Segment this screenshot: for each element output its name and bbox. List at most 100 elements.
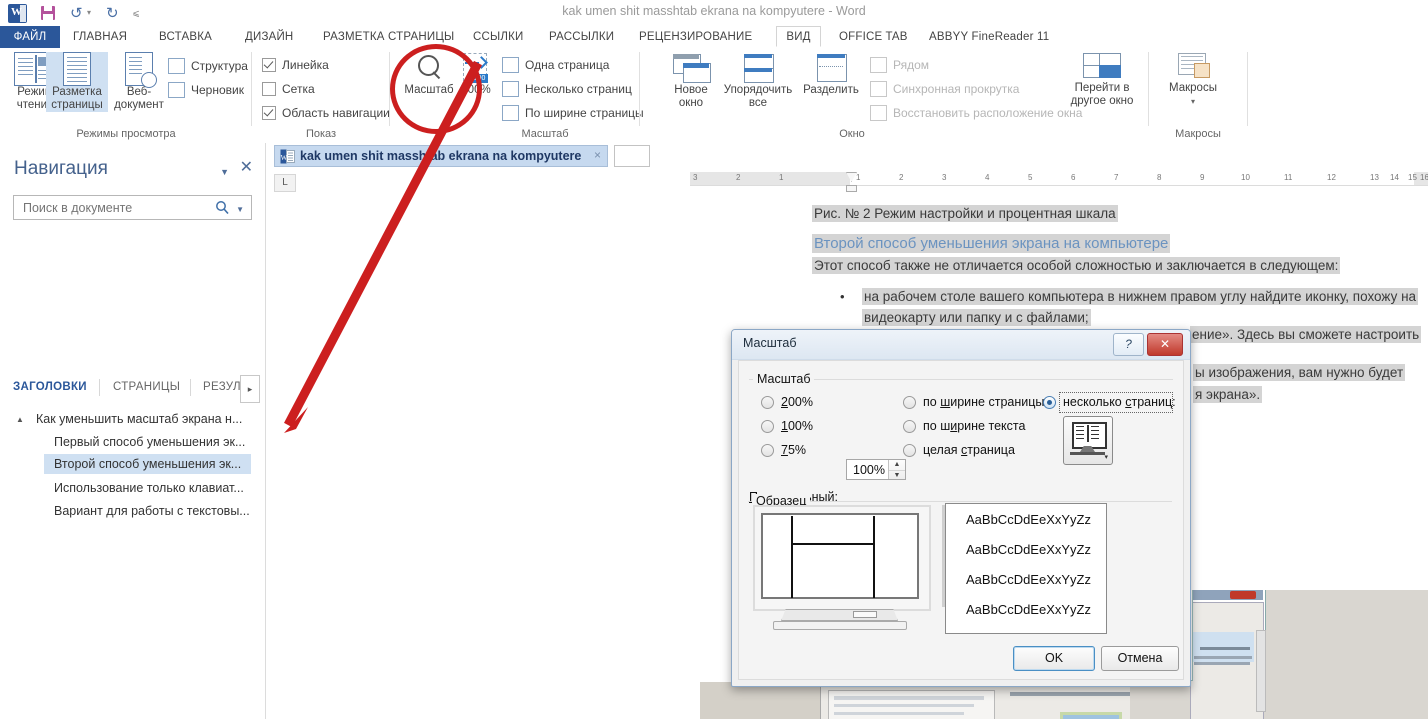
print-layout-label-1: Разметка xyxy=(46,86,108,99)
web-layout-view-button[interactable]: Веб- документ xyxy=(108,52,170,112)
nav-heading-0[interactable]: Как уменьшить масштаб экрана н... xyxy=(31,409,247,429)
doc-heading: Второй способ уменьшения экрана на компь… xyxy=(812,234,1170,253)
dialog-title: Масштаб xyxy=(743,336,796,350)
gridlines-checkbox[interactable]: Сетка xyxy=(262,81,315,96)
tab-references[interactable]: ССЫЛКИ xyxy=(462,26,535,48)
doc-line-2: Этот способ также не отличается особой с… xyxy=(812,257,1340,274)
radio-200-percent-label[interactable]: 200% xyxy=(781,395,813,409)
spinner-up-icon[interactable]: ▲ xyxy=(889,460,905,469)
draft-view-button[interactable]: Черновик xyxy=(168,82,244,98)
ribbon: Режим чтения Разметка страницы Веб- доку… xyxy=(0,48,1428,144)
custom-zoom-spinner[interactable]: 100% ▲ ▼ xyxy=(846,459,906,480)
tab-mailings[interactable]: РАССЫЛКИ xyxy=(538,26,625,48)
macros-button[interactable]: Макросы ▾ xyxy=(1160,52,1226,108)
radio-text-width[interactable] xyxy=(903,420,916,433)
ruler-label: Линейка xyxy=(282,58,329,72)
multiple-pages-button[interactable]: Несколько страниц xyxy=(502,81,632,97)
outline-view-button[interactable]: Структура xyxy=(168,58,248,74)
page-width-button[interactable]: По ширине страницы xyxy=(502,105,644,121)
ruler-tick-8: 8 xyxy=(1157,173,1161,182)
document-tab[interactable]: W kak umen shit masshtab ekrana na kompy… xyxy=(274,145,608,167)
radio-text-width-label[interactable]: по ширине текста xyxy=(923,419,1025,433)
tab-stop-selector[interactable]: L xyxy=(274,174,296,192)
ruler-tick-12: 12 xyxy=(1327,173,1336,182)
word-doc-icon: W xyxy=(280,149,295,164)
nav-tabs-more-button[interactable]: ▸ xyxy=(240,375,260,403)
tab-page-layout[interactable]: РАЗМЕТКА СТРАНИЦЫ xyxy=(312,26,465,48)
search-icon[interactable] xyxy=(215,200,229,214)
close-icon[interactable]: ✕ xyxy=(240,160,253,176)
tab-file[interactable]: ФАЙЛ xyxy=(0,26,60,48)
tab-insert[interactable]: ВСТАВКА xyxy=(148,26,223,48)
close-button[interactable]: ✕ xyxy=(1147,333,1183,356)
macros-button-label: Макросы xyxy=(1160,82,1226,95)
ruler-checkbox[interactable]: Линейка xyxy=(262,57,329,72)
nav-tab-results[interactable]: РЕЗУЛ xyxy=(203,381,241,393)
print-layout-view-button[interactable]: Разметка страницы xyxy=(46,52,108,112)
cancel-button[interactable]: Отмена xyxy=(1101,646,1179,671)
radio-page-width-label[interactable]: по ширине страницы xyxy=(923,395,1044,409)
radio-whole-page[interactable] xyxy=(903,444,916,457)
new-tab-button[interactable] xyxy=(614,145,650,167)
tab-design[interactable]: ДИЗАЙН xyxy=(234,26,304,48)
multiple-pages-label: Несколько страниц xyxy=(525,82,632,96)
radio-100-percent-label[interactable]: 100% xyxy=(781,419,813,433)
radio-whole-page-label[interactable]: целая страница xyxy=(923,443,1015,457)
gridlines-label: Сетка xyxy=(282,82,315,96)
radio-100-percent[interactable] xyxy=(761,420,774,433)
spinner-down-icon[interactable]: ▼ xyxy=(889,470,905,480)
spinner-buttons[interactable]: ▲ ▼ xyxy=(888,460,905,479)
zoom-dialog-button[interactable]: Масштаб xyxy=(398,52,460,97)
collapse-triangle-icon[interactable]: ▲ xyxy=(16,415,24,424)
new-window-button[interactable]: Новое окно xyxy=(660,52,722,110)
radio-75-percent[interactable] xyxy=(761,444,774,457)
nav-heading-1[interactable]: Первый способ уменьшения эк... xyxy=(49,432,250,452)
switch-windows-button[interactable]: Перейти в другое окно xyxy=(1062,52,1142,108)
nav-tab-pages[interactable]: СТРАНИЦЫ xyxy=(113,381,180,393)
macros-dropdown-icon[interactable]: ▾ xyxy=(1160,95,1226,108)
radio-multiple-pages-label[interactable]: несколько страниц: xyxy=(1063,395,1176,409)
tab-home[interactable]: ГЛАВНАЯ xyxy=(62,26,138,48)
group-label-show: Показ xyxy=(252,128,390,140)
page-width-icon xyxy=(502,105,519,121)
split-button[interactable]: Разделить xyxy=(800,52,862,97)
nav-heading-4[interactable]: Вариант для работы с текстовы... xyxy=(49,501,255,521)
ruler-tick-3: 3 xyxy=(942,173,946,182)
ruler-tick-13: 13 xyxy=(1370,173,1379,182)
chevron-down-icon[interactable]: ▼ xyxy=(220,167,229,177)
close-icon[interactable]: × xyxy=(594,148,601,162)
ruler-tick-4: 4 xyxy=(985,173,989,182)
dialog-title-bar[interactable]: Масштаб ? ✕ xyxy=(732,330,1190,360)
radio-page-width[interactable] xyxy=(903,396,916,409)
navigation-search-box[interactable]: ▼ xyxy=(13,195,252,220)
zoom-100-button[interactable]: 100 100% xyxy=(452,52,500,97)
tab-office-tab[interactable]: OFFICE TAB xyxy=(828,26,919,48)
tab-abbyy[interactable]: ABBYY FineReader 11 xyxy=(918,26,1060,48)
nav-heading-3[interactable]: Использование только клавиат... xyxy=(49,478,249,498)
reset-window-position-button[interactable]: Восстановить расположение окна xyxy=(870,105,1082,121)
tab-review[interactable]: РЕЦЕНЗИРОВАНИЕ xyxy=(628,26,763,48)
nav-heading-2[interactable]: Второй способ уменьшения эк... xyxy=(44,454,251,474)
arrange-all-button[interactable]: Упорядочить все xyxy=(722,52,794,110)
ribbon-group-zoom: Масштаб 100 100% Одна страница Несколько… xyxy=(390,48,640,142)
one-page-button[interactable]: Одна страница xyxy=(502,57,609,73)
tab-view[interactable]: ВИД xyxy=(776,26,821,47)
help-button[interactable]: ? xyxy=(1113,333,1144,356)
navigation-pane-checkbox[interactable]: Область навигации xyxy=(262,105,390,120)
ruler-tick--2: 2 xyxy=(736,173,740,182)
sync-scroll-label: Синхронная прокрутка xyxy=(893,82,1019,96)
doc-line-7: я экрана». xyxy=(1193,386,1262,403)
radio-200-percent[interactable] xyxy=(761,396,774,409)
synchronous-scrolling-button[interactable]: Синхронная прокрутка xyxy=(870,81,1019,97)
search-input[interactable] xyxy=(21,200,210,216)
radio-75-percent-label[interactable]: 75% xyxy=(781,443,806,457)
view-side-by-side-button[interactable]: Рядом xyxy=(870,57,929,73)
switch-windows-label-1: Перейти в xyxy=(1062,82,1142,95)
radio-multiple-pages[interactable] xyxy=(1043,396,1056,409)
pages-preview-button[interactable]: ▾ xyxy=(1063,416,1113,465)
nav-tab-headings[interactable]: ЗАГОЛОВКИ xyxy=(13,381,87,393)
ok-button[interactable]: OK xyxy=(1013,646,1095,671)
search-options-chevron-icon[interactable]: ▼ xyxy=(236,205,244,214)
horizontal-ruler[interactable]: 3 2 1 1 2 3 4 5 6 7 8 9 10 11 12 13 14 1… xyxy=(690,172,1428,190)
checkbox-icon xyxy=(262,58,276,72)
